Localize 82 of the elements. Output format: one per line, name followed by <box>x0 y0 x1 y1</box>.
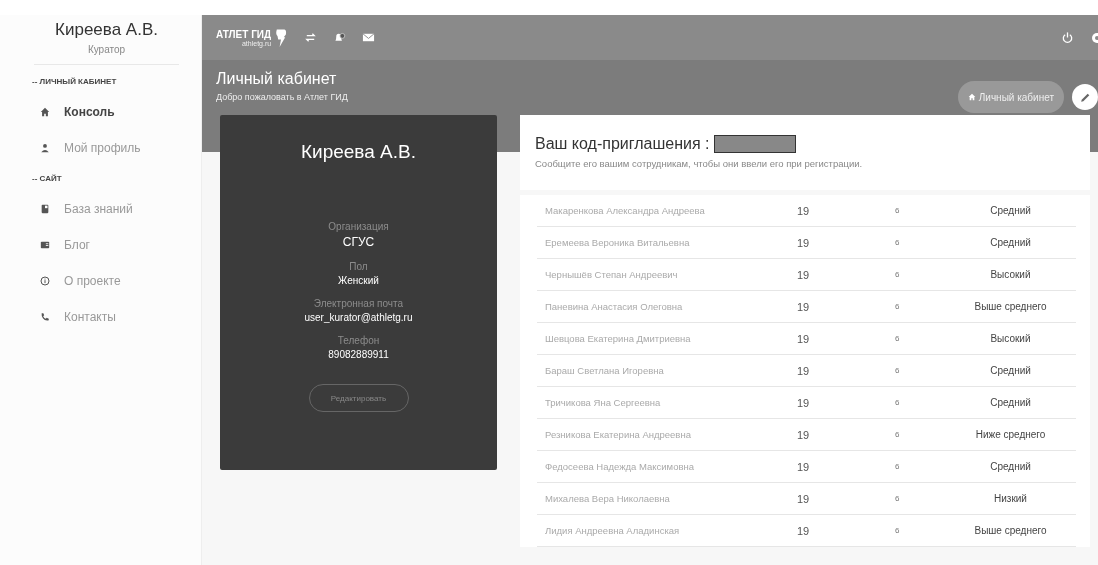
table-cell-text: Резникова Екатерина Андреевна <box>545 429 692 440</box>
table-cell-text: Тричикова Яна Сергеевна <box>545 397 662 408</box>
user-role: Куратор <box>86 44 127 55</box>
breadcrumb-button[interactable]: Личный кабинет <box>957 81 1064 113</box>
phone-icon <box>40 312 50 322</box>
table-cell-text: 19 <box>796 524 811 537</box>
table-cell-text: Макаренкова Александра Андреева <box>545 205 706 216</box>
field-label: Организация <box>328 221 389 232</box>
table-cell-text: 6 <box>895 334 901 343</box>
logo-text: АТЛЕТ ГИД <box>216 28 272 40</box>
table-cell-text: 6 <box>895 206 901 215</box>
section-title: -- ЛИЧНЫЙ КАБИНЕТ <box>32 77 118 86</box>
sidebar-item[interactable]: О проекте <box>40 263 189 299</box>
table-cell-text: Средний <box>989 397 1032 408</box>
table-cell-text: Средний <box>989 461 1032 472</box>
table-cell-text: Низкий <box>993 493 1028 504</box>
page-subtitle: Добро пожаловать в Атлет ГИД <box>216 92 348 102</box>
table-cell-text: Паневина Анастасия Олеговна <box>545 301 684 312</box>
table-cell-text: Высокий <box>989 333 1032 344</box>
table-cell-text: Выше среднего <box>973 301 1048 312</box>
sidebar-item[interactable]: Контакты <box>40 299 189 335</box>
table-cell-text: Высокий <box>989 269 1032 280</box>
table-cell-text: Средний <box>989 237 1032 248</box>
table-cell-text: 19 <box>796 396 811 409</box>
home-icon <box>40 107 50 117</box>
field-value: 89082889911 <box>328 349 389 360</box>
table-cell-text: 6 <box>895 302 901 311</box>
table-cell-text: 19 <box>796 204 811 217</box>
profile-name: Киреева А.В. <box>301 141 416 163</box>
table-cell-text: Федосеева Надежда Максимовна <box>545 461 695 472</box>
user-icon <box>40 143 50 153</box>
table-cell-text: 19 <box>796 236 811 249</box>
table-cell-text: 6 <box>895 430 901 439</box>
table-cell-text: 6 <box>895 462 901 471</box>
table-cell-text: 6 <box>895 494 901 503</box>
mail-icon[interactable] <box>362 31 376 44</box>
field-value: Женский <box>338 275 379 286</box>
field-label: Электронная почта <box>312 298 405 309</box>
edit-button[interactable] <box>1072 84 1098 110</box>
table-cell-text: 19 <box>796 460 811 473</box>
sidebar-item[interactable]: Блог <box>40 227 189 263</box>
table-cell-text: 19 <box>796 300 811 313</box>
bell-icon[interactable] <box>333 31 347 44</box>
table-cell-text: 19 <box>796 332 811 345</box>
table-cell-text: Чернышёв Степан Андреевич <box>545 269 679 280</box>
field-label: Пол <box>348 261 369 272</box>
info-icon <box>40 276 50 286</box>
user-name: Киреева А.В. <box>54 20 159 40</box>
power-icon[interactable] <box>1061 31 1074 44</box>
table-cell-text: Ниже среднего <box>974 429 1047 440</box>
table-cell-text: 6 <box>895 398 901 407</box>
table-cell-text: Еремеева Вероника Витальевна <box>545 237 691 248</box>
table-cell-text: Выше среднего <box>973 525 1048 536</box>
table-cell-text: 19 <box>796 492 811 505</box>
invite-title: Ваш код-приглашения : <box>535 135 710 153</box>
field-value: user_kurator@athletg.ru <box>304 312 413 323</box>
table-cell-text: Средний <box>989 205 1032 216</box>
table-cell-text: 19 <box>796 268 811 281</box>
table-cell-text: Лидия Андреевна Аладинская <box>545 525 681 536</box>
sidebar-item[interactable]: Консоль <box>40 94 189 130</box>
table-cell-text: 19 <box>796 364 811 377</box>
sidebar-item[interactable]: Мой профиль <box>40 130 189 166</box>
page-title: Личный кабинет <box>216 70 338 88</box>
field-label: Телефон <box>336 335 381 346</box>
table-cell-text: Шевцова Екатерина Дмитриевна <box>545 333 692 344</box>
table-cell-text: 6 <box>895 238 901 247</box>
field-value: СГУС <box>341 235 376 249</box>
settings-icon[interactable] <box>1090 30 1098 45</box>
table-cell-text: 6 <box>895 366 901 375</box>
section-title: -- САЙТ <box>32 174 63 183</box>
table-cell-text: 6 <box>895 270 901 279</box>
table-cell-text: 19 <box>796 428 811 441</box>
table-cell-text: Михалева Вера Николаевна <box>545 493 671 504</box>
home-icon <box>967 93 976 101</box>
card-icon <box>40 240 50 250</box>
swap-icon[interactable] <box>304 31 318 44</box>
book-icon <box>40 204 50 214</box>
table-cell-text: Средний <box>989 365 1032 376</box>
sidebar-item[interactable]: База знаний <box>40 191 189 227</box>
table-cell-text: Бараш Светлана Игоревна <box>545 365 665 376</box>
invite-hint: Сообщите его вашим сотрудникам, чтобы они ввели его при регистрации. <box>535 158 864 169</box>
table-cell-text: 6 <box>895 526 901 535</box>
